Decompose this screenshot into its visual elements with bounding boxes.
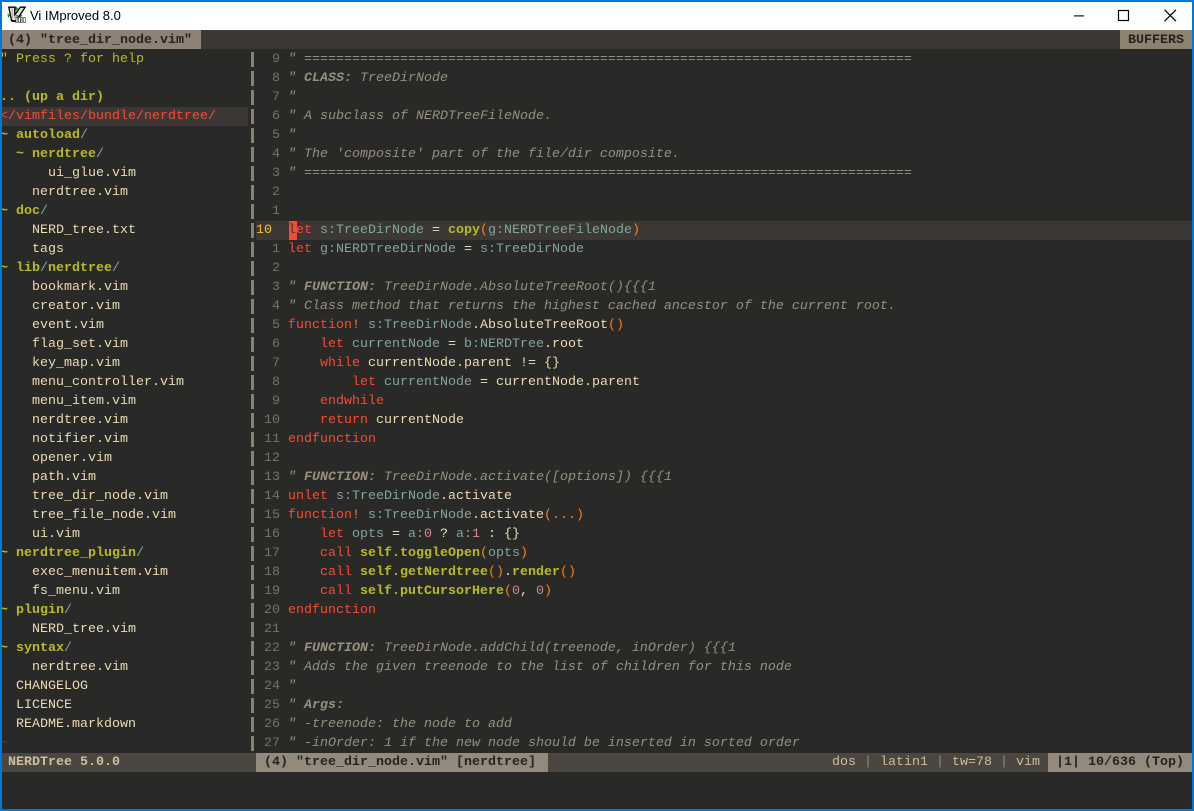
svg-text:im: im (16, 14, 26, 23)
